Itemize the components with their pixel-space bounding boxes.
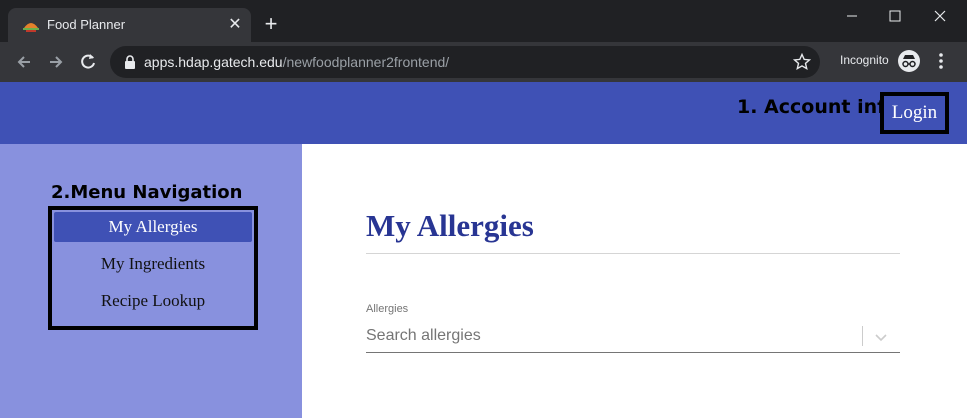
menu-navigation-heading: 2.Menu Navigation [51, 182, 243, 203]
maximize-window-button[interactable] [882, 6, 908, 26]
browser-tab[interactable]: Food Planner ✕ [8, 8, 251, 42]
incognito-icon[interactable] [898, 50, 920, 72]
tab-close-button[interactable]: ✕ [226, 16, 244, 34]
login-button[interactable]: Login [880, 92, 949, 134]
sidebar-item-my-ingredients[interactable]: My Ingredients [54, 249, 252, 279]
browser-toolbar: apps.hdap.gatech.edu/newfoodplanner2fron… [0, 42, 967, 82]
back-arrow-icon[interactable] [14, 52, 34, 72]
reload-icon[interactable] [78, 52, 98, 72]
main-content: My Allergies Allergies [302, 144, 967, 418]
page-title: My Allergies [366, 208, 534, 243]
address-bar[interactable]: apps.hdap.gatech.edu/newfoodplanner2fron… [110, 46, 820, 78]
url-path: /newfoodplanner2frontend/ [282, 54, 450, 70]
food-favicon-icon [23, 23, 39, 32]
search-input-underline [366, 352, 900, 353]
more-vert-icon[interactable] [934, 52, 948, 70]
account-info-label: 1. Account info [737, 96, 899, 118]
search-allergies-input[interactable] [366, 321, 862, 351]
close-window-button[interactable] [927, 6, 953, 26]
lock-icon [125, 55, 135, 69]
new-tab-button[interactable]: + [261, 13, 281, 35]
app-header: 1. Account info Login [0, 82, 967, 144]
menu-navigation: My Allergies My Ingredients Recipe Looku… [48, 206, 258, 330]
tab-title: Food Planner [47, 17, 126, 32]
minimize-window-button[interactable] [839, 6, 865, 26]
forward-arrow-icon[interactable] [46, 52, 66, 72]
sidebar-item-recipe-lookup[interactable]: Recipe Lookup [54, 286, 252, 316]
star-icon[interactable] [793, 53, 811, 71]
incognito-label: Incognito [840, 53, 889, 67]
url-host: apps.hdap.gatech.edu [144, 54, 283, 70]
browser-tab-bar: Food Planner ✕ + [0, 0, 967, 42]
url-text: apps.hdap.gatech.edu/newfoodplanner2fron… [144, 54, 449, 70]
sidebar: 2.Menu Navigation My Allergies My Ingred… [0, 144, 302, 418]
allergies-field-label: Allergies [366, 303, 409, 315]
chevron-down-icon[interactable] [873, 329, 889, 345]
select-indicator-separator [862, 326, 863, 346]
title-divider [366, 253, 900, 254]
sidebar-item-my-allergies[interactable]: My Allergies [54, 212, 252, 242]
